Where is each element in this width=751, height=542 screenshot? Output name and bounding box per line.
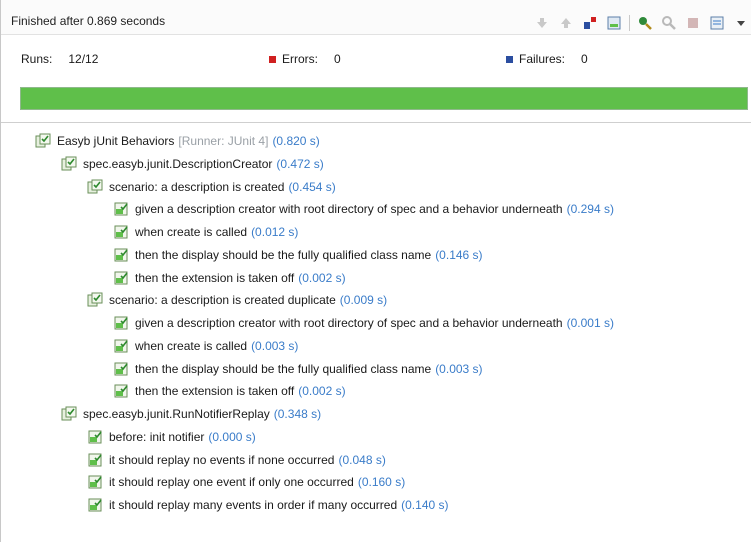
test-name: scenario: a description is created dupli… (109, 293, 336, 308)
test-case-icon (114, 384, 128, 398)
divider (1, 122, 751, 123)
test-name: given a description creator with root di… (135, 202, 563, 217)
status-text: Finished after 0.869 seconds (11, 14, 166, 28)
test-name: it should replay many events in order if… (109, 498, 398, 512)
runner-label: [Runner: JUnit 4] (178, 134, 269, 148)
tree-test-row[interactable]: given a description creator with root di… (113, 312, 614, 334)
test-duration: (0.002 s) (298, 384, 346, 399)
test-suite-icon (87, 292, 103, 307)
test-name: then the extension is taken off (135, 384, 295, 399)
junit-view: Finished after 0.869 seconds Runs: 12/12… (0, 0, 751, 542)
history-icon[interactable] (708, 14, 726, 32)
tree-test-row[interactable]: then the extension is taken off (0.002 s) (113, 380, 346, 402)
tree-test-row[interactable]: before: init notifier (0.000 s) (87, 426, 256, 448)
test-duration: (0.294 s) (566, 202, 614, 217)
test-name: scenario: a description is created (109, 179, 285, 194)
test-duration: (0.012 s) (251, 225, 299, 239)
test-duration: (0.002 s) (298, 270, 346, 285)
test-case-icon (88, 498, 102, 512)
tree-suite-row[interactable]: spec.easyb.junit.RunNotifierReplay (0.348… (61, 403, 321, 425)
failures-label: Failures: (519, 52, 566, 66)
test-case-icon (114, 202, 128, 216)
test-suite-icon (87, 179, 103, 193)
test-duration: (0.140 s) (401, 498, 449, 512)
tree-suite-row[interactable]: spec.easyb.junit.DescriptionCreator (0.47… (61, 153, 324, 175)
test-suite-icon (61, 406, 77, 421)
tree-test-row[interactable]: it should replay no events if none occur… (87, 449, 386, 471)
test-duration: (0.048 s) (338, 452, 386, 467)
tree-suite-row[interactable]: Easyb jUnit Behaviors [Runner: JUnit 4] (0… (35, 130, 320, 152)
runs-label: Runs: (21, 52, 53, 66)
test-duration: (0.160 s) (357, 475, 406, 490)
failures-counter: Failures: 0 (506, 52, 588, 66)
test-case-icon (88, 453, 102, 466)
test-duration: (0.820 s) (272, 134, 320, 148)
test-name: before: init notifier (109, 429, 205, 444)
test-duration: (0.001 s) (566, 316, 614, 330)
tree-test-row[interactable]: then the display should be the fully qua… (113, 358, 483, 380)
test-duration: (0.454 s) (288, 179, 336, 194)
test-duration: (0.146 s) (435, 247, 483, 262)
test-name: given a description creator with root di… (135, 316, 563, 330)
test-duration: (0.009 s) (339, 293, 388, 308)
junit-header: Finished after 0.869 seconds (1, 0, 751, 35)
tree-test-row[interactable]: it should replay one event if only one o… (87, 471, 405, 493)
test-name: then the display should be the fully qua… (135, 247, 432, 262)
runs-value: 12/12 (68, 52, 99, 66)
rerun-icon[interactable] (636, 14, 654, 32)
test-suite-icon (35, 133, 51, 148)
test-duration: (0.003 s) (251, 338, 299, 353)
tree-suite-row[interactable]: scenario: a description is created dupli… (87, 289, 387, 311)
tree-test-row[interactable]: given a description creator with root di… (113, 198, 614, 220)
test-name: then the display should be the fully qua… (135, 361, 432, 376)
test-name: when create is called (135, 338, 248, 353)
test-case-icon (114, 248, 128, 262)
test-name: then the extension is taken off (135, 270, 295, 285)
test-suite-icon (61, 156, 77, 171)
failure-icon (506, 55, 513, 63)
scroll-lock-icon[interactable] (605, 14, 623, 32)
errors-label: Errors: (282, 52, 318, 66)
test-name: spec.easyb.junit.RunNotifierReplay (83, 407, 270, 421)
toolbar (533, 12, 750, 34)
test-case-icon (88, 475, 102, 489)
errors-counter: Errors: 0 (269, 52, 341, 66)
test-duration: (0.472 s) (276, 156, 324, 171)
runs-counter: Runs: 12/12 (21, 52, 98, 66)
rerun-failed-first-icon[interactable] (660, 14, 678, 32)
tree-test-row[interactable]: then the extension is taken off (0.002 s) (113, 267, 346, 289)
failures-value: 0 (581, 52, 588, 66)
test-duration: (0.348 s) (273, 407, 322, 421)
test-name: it should replay no events if none occur… (109, 452, 335, 467)
tree-test-row[interactable]: when create is called (0.003 s) (113, 335, 298, 357)
test-case-icon (114, 362, 128, 375)
previous-failure-icon[interactable] (557, 14, 575, 32)
test-duration: (0.000 s) (208, 429, 256, 444)
view-menu-icon[interactable] (732, 14, 750, 32)
test-case-icon (114, 225, 128, 239)
errors-value: 0 (334, 52, 341, 66)
toolbar-separator (629, 15, 630, 31)
test-case-icon (114, 339, 128, 353)
progress-bar-fill (21, 88, 747, 109)
test-case-icon (114, 316, 128, 330)
error-icon (269, 55, 276, 63)
test-duration: (0.003 s) (435, 361, 483, 376)
tree-test-row[interactable]: when create is called (0.012 s) (113, 221, 298, 243)
test-name: it should replay one event if only one o… (109, 475, 354, 490)
progress-bar (20, 87, 748, 110)
test-case-icon (88, 430, 102, 444)
test-case-icon (114, 271, 128, 284)
tree-suite-row[interactable]: scenario: a description is created (0.454… (87, 176, 336, 198)
counters-bar: Runs: 12/12 Errors: 0 Failures: 0 (1, 52, 751, 72)
tree-test-row[interactable]: it should replay many events in order if… (87, 494, 449, 516)
test-name: spec.easyb.junit.DescriptionCreator (83, 156, 273, 171)
test-name: when create is called (135, 225, 248, 239)
show-failures-only-icon[interactable] (581, 14, 599, 32)
next-failure-icon[interactable] (533, 14, 551, 32)
tree-test-row[interactable]: then the display should be the fully qua… (113, 244, 483, 266)
stop-icon[interactable] (684, 14, 702, 32)
test-name: Easyb jUnit Behaviors (57, 134, 175, 148)
